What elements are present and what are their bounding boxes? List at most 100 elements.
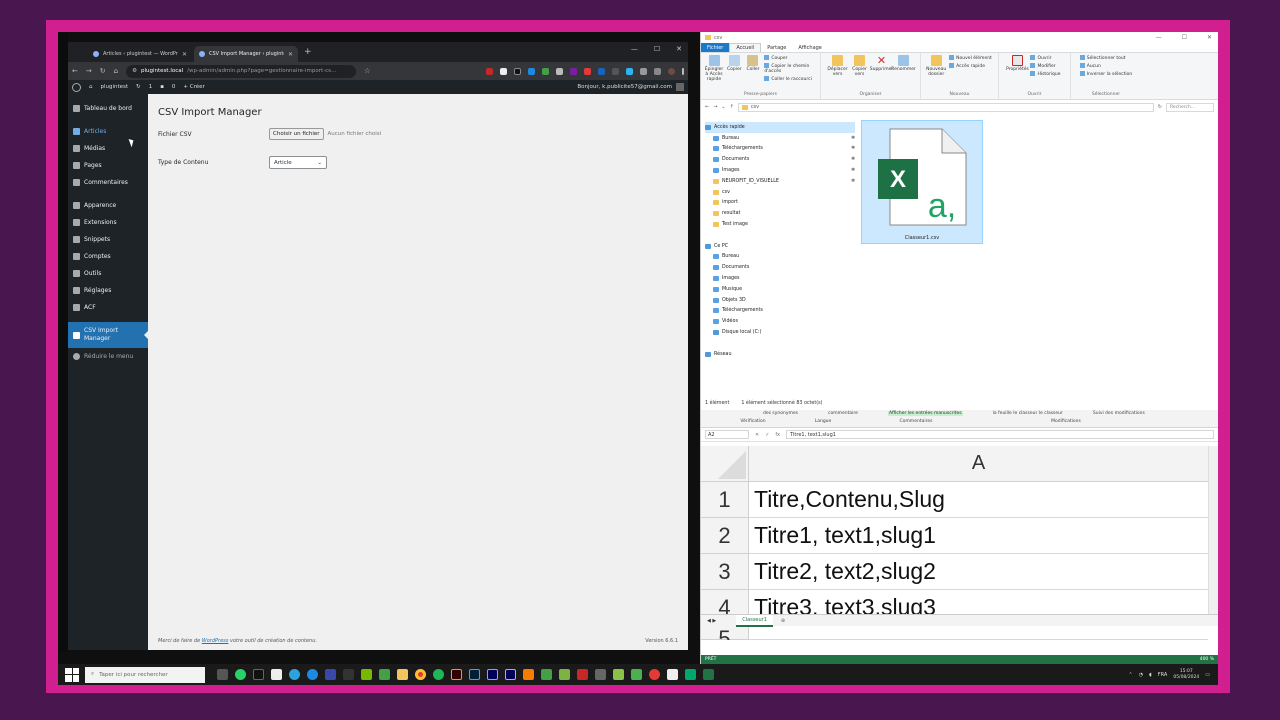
home-icon[interactable]: ⌂ [114,67,118,75]
adminbar-greeting[interactable]: Bonjour, k.publicite57@gmail.com [577,84,672,90]
nav-item[interactable]: resultat [705,208,855,219]
menu-medias[interactable]: Médias [68,140,148,157]
app-icon[interactable] [631,669,642,680]
chevron-up-icon[interactable]: ⌃ [1129,672,1133,678]
select-all-corner[interactable] [701,446,749,482]
nav-item[interactable]: Images ✱ [705,165,855,176]
copy-button[interactable]: Copier [727,55,742,82]
menu-plugins[interactable]: Extensions [68,214,148,231]
volume-icon[interactable]: ◖ [1149,672,1152,678]
filezilla-icon[interactable] [577,669,588,680]
new-tab-icon[interactable]: + [304,47,312,57]
after-effects-icon[interactable] [505,669,516,680]
cell[interactable]: Titre2, text2,slug2 [749,554,1208,590]
history-button[interactable]: Historique [1030,71,1060,77]
photoshop-icon[interactable] [469,669,480,680]
edit-button[interactable]: Modifier [1030,63,1060,69]
menu-collapse[interactable]: Réduire le menu [68,348,148,365]
menu-pages[interactable]: Pages [68,157,148,174]
move-to-button[interactable]: Déplacer vers [827,55,848,77]
close-tab-icon[interactable]: ✕ [182,51,187,58]
nav-item[interactable]: Réseau [705,349,855,360]
extension-icon[interactable] [486,67,493,75]
cut-button[interactable]: Couper [764,55,816,61]
menu-kebab-icon[interactable] [682,67,684,75]
invert-selection-button[interactable]: Inverser la sélection [1080,71,1133,77]
nav-item[interactable]: Bureau [705,252,855,263]
menu-settings[interactable]: Réglages [68,282,148,299]
spotify-icon[interactable] [433,669,444,680]
minimize-icon[interactable]: — [1156,34,1162,41]
notepad-icon[interactable] [271,669,282,680]
file-item-classeur1[interactable]: X a, Classeur1.csv [861,120,983,244]
site-info-icon[interactable]: ⚙ [132,68,137,74]
language-indicator[interactable]: FRA [1158,672,1168,678]
extension-icon[interactable] [598,67,605,75]
ribbon-synonyms[interactable]: des synonymes [763,411,798,416]
select-none-button[interactable]: Aucun [1080,63,1133,69]
menu-snippets[interactable]: Snippets [68,231,148,248]
row-header[interactable]: 2 [701,518,749,554]
nav-item[interactable]: Objets 3D [705,295,855,306]
tab-affichage[interactable]: Affichage [792,43,828,52]
extension-icon[interactable] [626,67,633,75]
content-type-select[interactable]: Article ⌄ [269,156,327,169]
app-icon[interactable] [325,669,336,680]
bookmark-star-icon[interactable]: ☆ [364,67,370,75]
updates-icon[interactable]: ↻ [136,84,141,90]
nav-item[interactable]: Musique [705,284,855,295]
recent-chevron-icon[interactable]: ⌄ [721,104,725,110]
forward-icon[interactable]: → [86,67,92,75]
ribbon-track-changes[interactable]: Suivi des modifications [1093,411,1145,416]
explorer-search-input[interactable]: Recherch... [1166,102,1214,112]
app-icon[interactable] [379,669,390,680]
nav-item[interactable]: Vidéos [705,316,855,327]
browser-tab-articles[interactable]: Articles ‹ plugintest — WordPre ✕ [88,46,192,62]
app-icon[interactable] [343,669,354,680]
notification-icon[interactable]: ▭ [1205,672,1210,678]
paste-button[interactable]: Coller [746,55,761,82]
illustrator-icon[interactable] [451,669,462,680]
copy-path-button[interactable]: Copier le chemin d'accès [764,63,816,74]
task-view-icon[interactable] [217,669,228,680]
app-icon[interactable] [541,669,552,680]
function-icon[interactable]: fx [775,432,780,438]
sheet-tab-classeur1[interactable]: Classeur1 [736,614,773,627]
quick-access-button[interactable]: Accès rapide [949,63,992,69]
nav-item[interactable]: NEUROFIT_ID_VISUELLE ✱ [705,176,855,187]
copy-to-button[interactable]: Copier vers [851,55,869,77]
choose-file-button[interactable]: Choisir un fichier [269,128,324,140]
app-icon[interactable] [685,669,696,680]
avatar[interactable] [676,83,684,91]
delete-button[interactable]: ✕ Supprimer [870,55,894,77]
properties-button[interactable]: Propriétés [1006,55,1029,77]
menu-appearance[interactable]: Apparence [68,197,148,214]
adminbar-site-link[interactable]: plugintest [101,84,129,90]
ribbon-comment[interactable]: commentaire [828,411,858,416]
menu-tools[interactable]: Outils [68,265,148,282]
extension-icon[interactable] [556,67,563,75]
menu-dashboard[interactable]: Tableau de bord [68,100,148,117]
nvidia-icon[interactable] [361,669,372,680]
premiere-icon[interactable] [487,669,498,680]
paste-shortcut-button[interactable]: Coller le raccourci [764,76,816,82]
nav-item[interactable]: Documents ✱ [705,154,855,165]
menu-csv-import[interactable]: CSV Import Manager [68,322,148,348]
nav-item[interactable]: Documents [705,262,855,273]
app-icon[interactable] [613,669,624,680]
profile-avatar[interactable] [668,67,675,75]
app-icon[interactable] [523,669,534,680]
explorer-address-bar[interactable]: csv [737,102,1154,112]
close-tab-icon[interactable]: ✕ [288,51,293,58]
excel-icon[interactable] [703,669,714,680]
extension-icon[interactable] [528,67,535,75]
whatsapp-icon[interactable] [235,669,246,680]
row-header[interactable]: 1 [701,482,749,518]
new-item-button[interactable]: Nouvel élément [949,55,992,61]
cell[interactable]: Titre,Contenu,Slug [749,482,1208,518]
nav-item[interactable]: csv [705,187,855,198]
edge-icon[interactable] [307,669,318,680]
telegram-icon[interactable] [289,669,300,680]
new-folder-button[interactable]: Nouveau dossier [926,55,946,77]
ribbon-protect[interactable]: la feuille le classeur le classeur [993,411,1063,416]
